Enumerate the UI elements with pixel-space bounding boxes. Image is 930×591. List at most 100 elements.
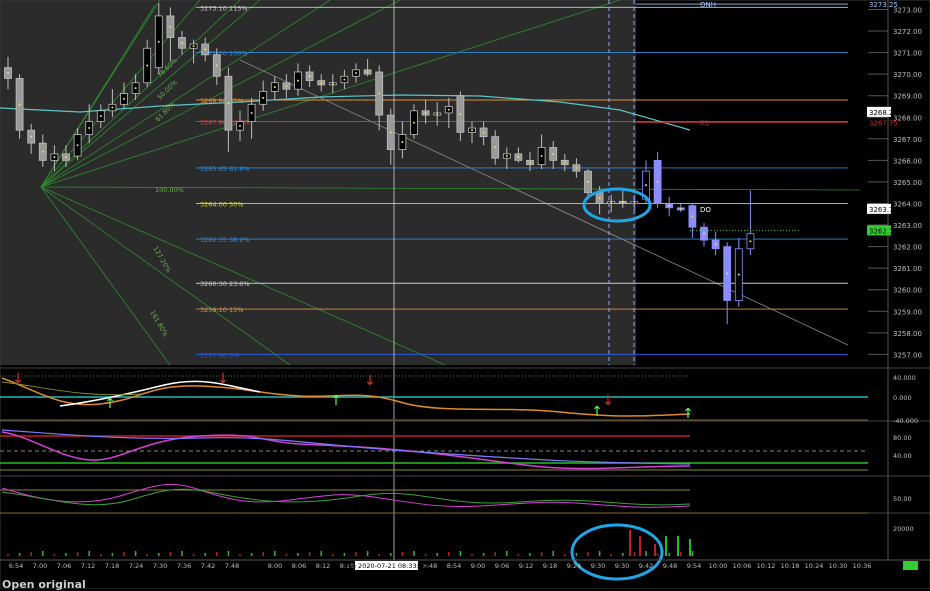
candle-vwap-dot (679, 207, 682, 210)
time-tick-label: 9:18 (543, 562, 558, 570)
time-tick-label: 6:54 (9, 562, 24, 570)
buy-arrow-icon: ↑ (682, 406, 694, 422)
candle-vwap-dot (239, 124, 241, 127)
candle-vwap-dot (517, 156, 520, 159)
fib-level-label: 3264.00 50% (200, 200, 243, 208)
candle-vwap-dot (169, 25, 172, 28)
time-tick-label: 9:00 (471, 562, 486, 570)
time-tick-label: 7:30 (153, 562, 168, 570)
fib-level-label: 3257.00 0% (200, 351, 239, 359)
time-tick-label: 10:00 (709, 562, 728, 570)
candle-vwap-dot (482, 131, 485, 134)
candle-vwap-dot (99, 115, 102, 118)
price-label: 3268.25 (869, 109, 898, 117)
time-tick-label: 7:18 (105, 562, 120, 570)
candle-vwap-dot (737, 273, 740, 276)
time-tick-label: 9:48 (663, 562, 678, 570)
candle-vwap-dot (157, 40, 160, 43)
momentum-line-green (1, 488, 691, 506)
time-tick-label: 7:36 (177, 562, 192, 570)
price-label: 3262.75 (869, 227, 898, 235)
candle-vwap-dot (111, 106, 114, 109)
candle-vwap-dot (285, 84, 288, 87)
candle-vwap-dot (610, 201, 613, 204)
price-tick-label: 3266.00 (893, 157, 922, 165)
candle-vwap-dot (587, 180, 589, 183)
sell-arrow-icon: ↓ (217, 371, 229, 387)
oscillator-tick-label: 0.000 (893, 394, 912, 402)
time-tick-label: 9:24 (567, 562, 582, 570)
time-tick-label: 7:48 (225, 562, 240, 570)
price-tick-label: 3258.00 (893, 330, 922, 338)
candle-vwap-dot (65, 156, 67, 159)
price-tick-label: 3271.00 (893, 50, 922, 58)
time-tick-label: 7:12 (81, 562, 96, 570)
candle-vwap-dot (552, 152, 555, 155)
price-tick-label: 3272.00 (893, 28, 922, 36)
candle-vwap-dot (471, 129, 473, 132)
stoch-tick-label: 80.00 (893, 434, 912, 442)
candle-vwap-dot (308, 75, 311, 78)
buy-arrow-icon: ↑ (591, 404, 603, 420)
buy-arrow-icon: ↑ (330, 393, 342, 409)
price-tick-label: 3261.00 (893, 265, 922, 273)
price-label: 3267.75 (869, 120, 898, 128)
candle-vwap-dot (749, 240, 752, 243)
open-original-link[interactable]: Open original (2, 578, 86, 591)
price-tick-label: 3260.00 (893, 287, 922, 295)
candle-vwap-dot (703, 232, 705, 235)
fib-level-label: 3262.35 38.2% (200, 236, 250, 244)
candle-vwap-dot (714, 243, 717, 246)
time-tick-label: 10:12 (757, 562, 776, 570)
crosshair-time-label: Tue 2020-07-21 08:33:00 (344, 562, 427, 570)
time-tick-label: 9:42 (639, 562, 654, 570)
status-indicator (903, 561, 918, 570)
candle-vwap-dot (192, 45, 195, 48)
fib-fan-label: 100.00% (155, 186, 184, 194)
sell-arrow-icon: ↓ (12, 371, 24, 387)
time-tick-label: 10:36 (853, 562, 872, 570)
candle-vwap-dot (297, 79, 299, 82)
price-tick-label: 3270.00 (893, 71, 922, 79)
candle-vwap-dot (146, 64, 149, 67)
candle-vwap-dot (575, 166, 578, 169)
sell-arrow-icon: ↓ (364, 373, 376, 389)
price-tick-label: 3269.00 (893, 93, 922, 101)
time-tick-label: 10:18 (781, 562, 800, 570)
candle-vwap-dot (134, 87, 137, 90)
candle-vwap-dot (7, 72, 9, 75)
price-tick-label: 3259.00 (893, 308, 922, 316)
time-tick-label: 8:54 (447, 562, 462, 570)
time-tick-label: 8:12 (316, 562, 331, 570)
time-tick-label: 7:24 (129, 562, 144, 570)
candle-vwap-dot (273, 86, 276, 89)
candle-vwap-dot (656, 180, 659, 183)
highlight-circle (570, 523, 664, 581)
time-tick-label: 9:30 (615, 562, 630, 570)
volume-tick-label: 20000 (893, 525, 914, 533)
candle-vwap-dot (668, 204, 671, 207)
candle-vwap-dot (505, 155, 508, 158)
candle-vwap-dot (250, 111, 253, 114)
candle-vwap-dot (529, 161, 531, 164)
time-tick-label: 10:30 (829, 562, 848, 570)
time-tick-label: 10:24 (805, 562, 824, 570)
candle-vwap-dot (320, 81, 323, 84)
price-label: 3273.25 (869, 1, 898, 9)
price-label: 3263.75 (869, 206, 898, 214)
oscillator-tick-label: 40.000 (893, 374, 916, 382)
pivot-marker-label: R1 (700, 120, 709, 128)
candle-vwap-dot (227, 102, 230, 105)
trading-chart[interactable]: 3273.003272.003271.003270.003269.003268.… (0, 0, 930, 589)
candle-vwap-dot (76, 144, 79, 147)
candle-vwap-dot (413, 121, 415, 124)
candle-vwap-dot (424, 111, 427, 114)
candle-vwap-dot (436, 113, 439, 116)
pivot-marker-label: ONH (700, 1, 716, 9)
candle-vwap-dot (459, 113, 462, 116)
time-tick-label: 9:30 (591, 562, 606, 570)
candle-vwap-dot (30, 135, 33, 138)
candle-vwap-dot (389, 131, 392, 134)
candle-vwap-dot (633, 201, 636, 204)
candle-vwap-dot (540, 155, 543, 158)
